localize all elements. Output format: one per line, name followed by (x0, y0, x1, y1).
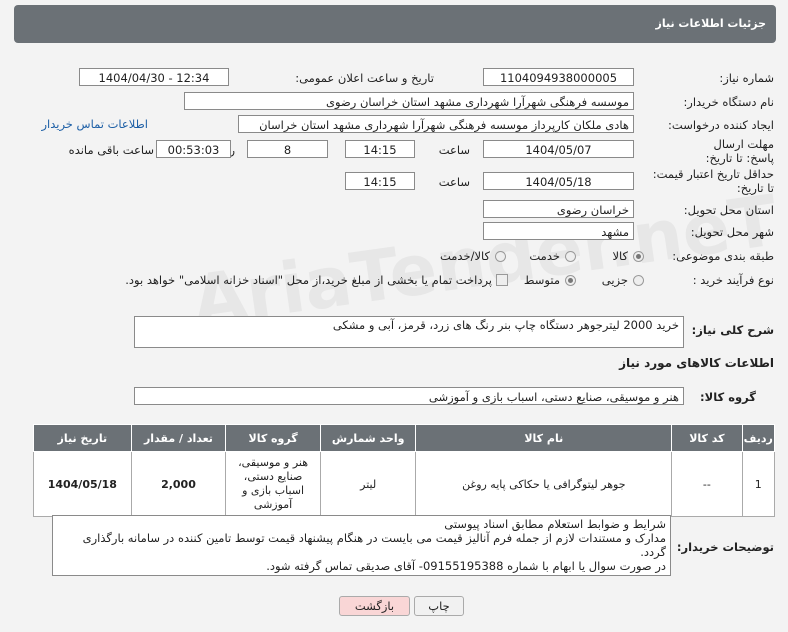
process-partial-radio[interactable] (633, 275, 644, 286)
cell-item-name: جوهر لیتوگرافی یا حکاکی پایه روغن (415, 451, 673, 517)
back-button[interactable]: بازگشت (339, 596, 410, 616)
validity-date-field: 1404/05/18 (483, 172, 634, 190)
city-label: شهر محل تحویل: (690, 225, 774, 239)
deadline-time-label: ساعت (438, 143, 470, 157)
buyer-org-field: موسسه فرهنگی شهرآرا شهرداری مشهد استان خ… (184, 92, 634, 110)
col-header-need-date: تاریخ نیاز (33, 424, 132, 452)
treasury-payment-checkbox[interactable] (496, 274, 508, 286)
category-label: طبقه بندی موضوعی: (672, 249, 774, 263)
process-medium-label: متوسط (523, 273, 560, 287)
cell-row-number: 1 (741, 451, 776, 517)
buyer-contact-link[interactable]: اطلاعات تماس خریدار (41, 117, 148, 131)
deadline-time-field: 14:15 (345, 140, 415, 158)
goods-group-label: گروه کالا: (700, 390, 756, 404)
deadline-label: مهلت ارسال پاسخ: تا تاریخ: (705, 137, 774, 165)
buyer-notes-line-1: شرایط و ضوابط استعلام مطابق اسناد پیوستی (444, 517, 666, 531)
need-number-field: 1104094938000005 (483, 68, 634, 86)
col-header-quantity: تعداد / مقدار (130, 424, 227, 452)
goods-table: ردیف کد کالا نام کالا واحد شمارش گروه کا… (33, 424, 776, 517)
goods-table-header-row: ردیف کد کالا نام کالا واحد شمارش گروه کا… (33, 424, 776, 452)
col-header-item-group: گروه کالا (225, 424, 321, 452)
province-field: خراسان رضوی (483, 200, 634, 218)
city-field: مشهد (483, 222, 634, 240)
process-medium-radio[interactable] (565, 275, 576, 286)
goods-section-title: اطلاعات کالاهای مورد نیاز (619, 356, 774, 370)
table-row: 1 -- جوهر لیتوگرافی یا حکاکی پایه روغن ل… (33, 451, 776, 517)
announce-field: 1404/04/30 - 12:34 (79, 68, 229, 86)
description-label: شرح کلی نیاز: (691, 323, 774, 337)
need-details-page: AriaTender.neT جزئیات اطلاعات نیاز شماره… (0, 0, 788, 632)
category-both-label: کالا/خدمت (439, 249, 490, 263)
process-label: نوع فرآیند خرید : (692, 273, 774, 287)
announce-label: تاریخ و ساعت اعلان عمومی: (295, 71, 434, 85)
category-goods-label: کالا (612, 249, 628, 263)
page-header: جزئیات اطلاعات نیاز (14, 5, 776, 43)
col-header-item-code: کد کالا (671, 424, 743, 452)
need-number-label: شماره نیاز: (719, 71, 774, 85)
buyer-notes-box: شرایط و ضوابط استعلام مطابق اسناد پیوستی… (52, 515, 671, 576)
cell-quantity: 2,000 (130, 451, 227, 517)
cell-item-code: -- (671, 451, 743, 517)
cell-unit: لیتر (319, 451, 417, 517)
creator-label: ایجاد کننده درخواست: (668, 118, 774, 132)
province-label: استان محل تحویل: (683, 203, 774, 217)
buyer-notes-line-2: مدارک و مستندات لازم از جمله فرم آنالیز … (82, 531, 666, 559)
col-header-row-number: ردیف (741, 424, 776, 452)
description-field: خرید 2000 لیترجوهر دستگاه چاپ بنر رنگ ها… (134, 316, 684, 348)
creator-field: هادی ملکان کارپرداز موسسه فرهنگی شهرآرا … (238, 115, 634, 133)
print-button[interactable]: چاپ (414, 596, 464, 616)
category-service-radio[interactable] (565, 251, 576, 262)
buyer-org-label: نام دستگاه خریدار: (683, 95, 774, 109)
cell-need-date: 1404/05/18 (33, 451, 132, 517)
col-header-unit: واحد شمارش (319, 424, 417, 452)
validity-time-field: 14:15 (345, 172, 415, 190)
validity-label: حداقل تاریخ اعتبار قیمت: تا تاریخ: (652, 167, 774, 195)
category-service-label: خدمت (529, 249, 560, 263)
remaining-time-field: 00:53:03 (156, 140, 231, 158)
deadline-date-field: 1404/05/07 (483, 140, 634, 158)
validity-time-label: ساعت (438, 175, 470, 189)
col-header-item-name: نام کالا (415, 424, 673, 452)
buyer-notes-line-3: در صورت سوال یا ابهام با شماره 091551953… (266, 559, 666, 573)
buyer-notes-label: توضیحات خریدار: (676, 540, 774, 554)
days-field: 8 (247, 140, 328, 158)
treasury-payment-label: پرداخت تمام یا بخشی از مبلغ خرید،از محل … (125, 273, 492, 287)
remaining-label: ساعت باقی مانده (68, 143, 154, 157)
page-title: جزئیات اطلاعات نیاز (655, 17, 767, 30)
goods-group-field: هنر و موسیقی، صنایع دستی، اسباب بازی و آ… (134, 387, 684, 405)
category-goods-radio[interactable] (633, 251, 644, 262)
cell-item-group: هنر و موسیقی، صنایع دستی، اسباب بازی و آ… (225, 451, 321, 517)
category-both-radio[interactable] (495, 251, 506, 262)
process-partial-label: جزیی (601, 273, 628, 287)
